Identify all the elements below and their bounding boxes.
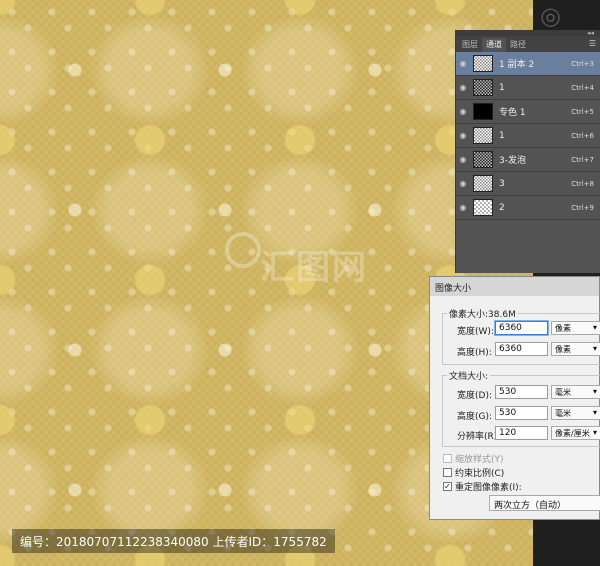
watermark-logo-top-icon: ◎ (540, 2, 561, 30)
eye-icon[interactable]: ◉ (456, 107, 470, 116)
channel-shortcut: Ctrl+5 (571, 107, 594, 116)
eye-icon[interactable]: ◉ (456, 59, 470, 68)
panel-menu-icon[interactable]: ☰ (589, 39, 596, 48)
image-size-dialog: 图像大小 像素大小:38.6M 宽度(W): 6360 像素 高度(H): 63… (429, 276, 600, 520)
constrain-box[interactable] (443, 468, 452, 477)
pixel-dimensions-group: 像素大小:38.6M 宽度(W): 6360 像素 高度(H): 6360 像素 (442, 307, 600, 365)
tab-layers[interactable]: 图层 (458, 38, 482, 52)
channel-row[interactable]: ◉ 1 Ctrl+6 (456, 124, 600, 148)
height-unit-select[interactable]: 像素 (551, 342, 600, 356)
channel-list: ◉ 1 副本 2 Ctrl+3 ◉ 1 Ctrl+4 ◉ 专色 1 Ctrl+5 ◉ 1 Ctrl+6… (456, 52, 600, 220)
scale-styles-label: 缩放样式(Y) (455, 455, 504, 465)
tab-paths[interactable]: 路径 (506, 38, 530, 52)
channel-shortcut: Ctrl+9 (571, 203, 594, 212)
channels-panel: 图层 通道 路径 ☰ ◉ 1 副本 2 Ctrl+3 ◉ 1 Ctrl+4 ◉ 专色 1 Ctr… (455, 36, 600, 273)
eye-icon[interactable]: ◉ (456, 131, 470, 140)
width-unit-select[interactable]: 像素 (551, 321, 600, 335)
height-input[interactable]: 6360 (495, 342, 548, 356)
channel-thumbnail (473, 199, 493, 216)
dialog-title: 图像大小 (430, 277, 599, 296)
resample-checkbox[interactable]: ✓ 重定图像像素(I): (443, 480, 522, 493)
channel-thumbnail (473, 151, 493, 168)
channel-shortcut: Ctrl+8 (571, 179, 594, 188)
channel-thumbnail (473, 103, 493, 120)
image-caption: 编号：20180707112238340080 上传者ID：1755782 (12, 529, 335, 553)
resample-label: 重定图像像素(I): (455, 483, 522, 493)
document-size-label: 文档大小: (447, 369, 491, 382)
tab-channels[interactable]: 通道 (482, 38, 506, 52)
channel-shortcut: Ctrl+4 (571, 83, 594, 92)
resample-method-select[interactable]: 两次立方（自动） (489, 495, 600, 511)
channel-row[interactable]: ◉ 3-发泡 Ctrl+7 (456, 148, 600, 172)
channel-thumbnail (473, 79, 493, 96)
eye-icon[interactable]: ◉ (456, 83, 470, 92)
channel-shortcut: Ctrl+7 (571, 155, 594, 164)
eye-icon[interactable]: ◉ (456, 179, 470, 188)
eye-icon[interactable]: ◉ (456, 203, 470, 212)
channel-shortcut: Ctrl+6 (571, 131, 594, 140)
channel-row[interactable]: ◉ 3 Ctrl+8 (456, 172, 600, 196)
watermark-center: 汇图网 (260, 248, 368, 288)
channel-name: 1 (499, 82, 505, 93)
width-label: 宽度(W): (457, 327, 494, 337)
channel-row[interactable]: ◉ 1 副本 2 Ctrl+3 (456, 52, 600, 76)
document-size-group: 文档大小: 宽度(D): 530 毫米 高度(G): 530 毫米 分辨率(R)… (442, 369, 600, 447)
panel-tabs: 图层 通道 路径 ☰ (456, 36, 600, 52)
width-input[interactable]: 6360 (495, 321, 548, 335)
scale-styles-box[interactable] (443, 454, 452, 463)
channel-thumbnail (473, 127, 493, 144)
channel-name: 3-发泡 (499, 156, 526, 166)
doc-height-input[interactable]: 530 (495, 406, 548, 420)
pixel-dimensions-label: 像素大小:38.6M (447, 307, 518, 320)
channel-name: 3 (499, 178, 505, 189)
doc-height-label: 高度(G): (457, 412, 493, 422)
channel-row[interactable]: ◉ 专色 1 Ctrl+5 (456, 100, 600, 124)
channel-row[interactable]: ◉ 2 Ctrl+9 (456, 196, 600, 220)
channel-thumbnail (473, 55, 493, 72)
resolution-unit-select[interactable]: 像素/厘米 (551, 426, 600, 440)
channel-shortcut: Ctrl+3 (571, 59, 594, 68)
doc-width-input[interactable]: 530 (495, 385, 548, 399)
doc-width-label: 宽度(D): (457, 391, 492, 401)
channel-name: 专色 1 (499, 108, 526, 118)
resolution-label: 分辨率(R): (457, 432, 501, 442)
constrain-checkbox[interactable]: 约束比例(C) (443, 466, 504, 479)
height-label: 高度(H): (457, 348, 492, 358)
channel-name: 1 副本 2 (499, 60, 535, 70)
channel-row[interactable]: ◉ 1 Ctrl+4 (456, 76, 600, 100)
channel-thumbnail (473, 175, 493, 192)
channel-name: 1 (499, 130, 505, 141)
constrain-label: 约束比例(C) (455, 469, 505, 479)
resolution-input[interactable]: 120 (495, 426, 548, 440)
watermark-logo-icon (225, 232, 261, 268)
resample-box[interactable]: ✓ (443, 482, 452, 491)
eye-icon[interactable]: ◉ (456, 155, 470, 164)
doc-width-unit-select[interactable]: 毫米 (551, 385, 600, 399)
scale-styles-checkbox[interactable]: 缩放样式(Y) (443, 452, 504, 465)
doc-height-unit-select[interactable]: 毫米 (551, 406, 600, 420)
channel-name: 2 (499, 202, 505, 213)
